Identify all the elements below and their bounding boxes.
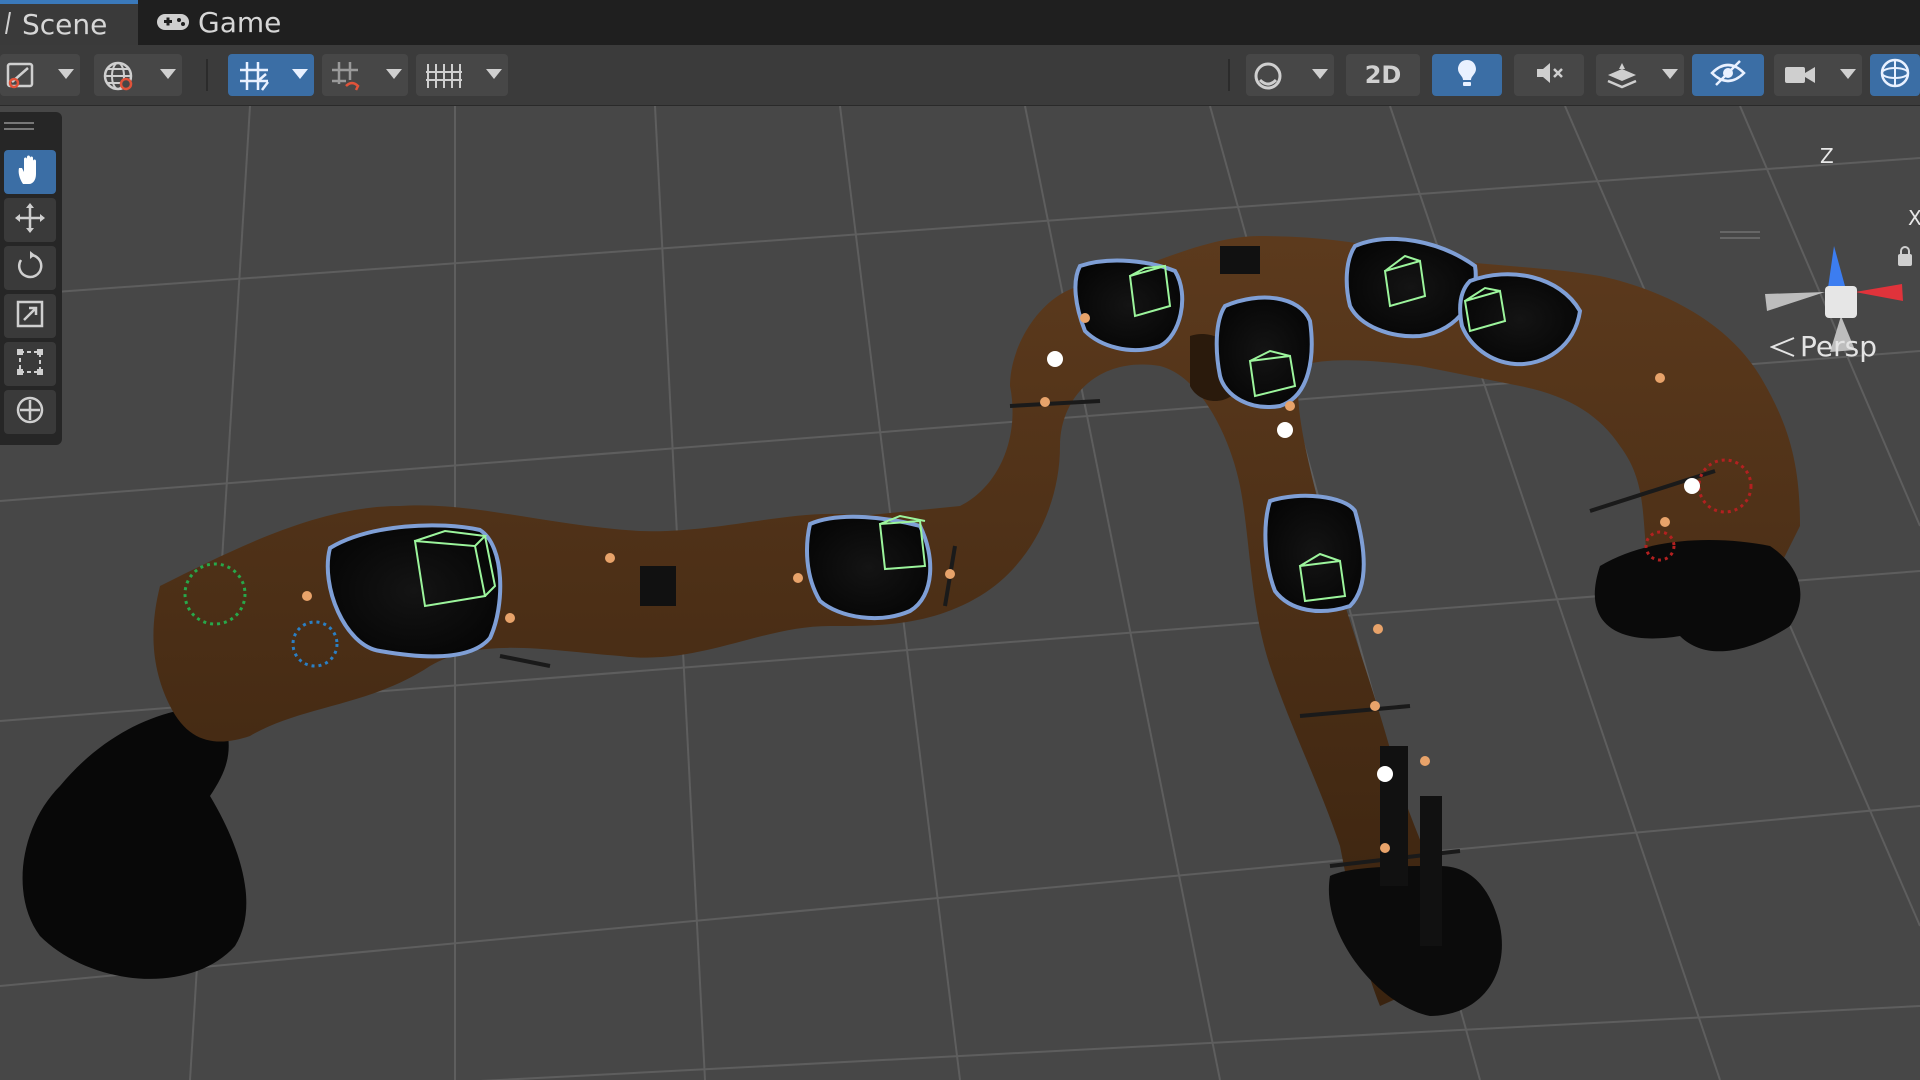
- z-axis-cone: [1828, 246, 1845, 288]
- x-axis-cone: [1855, 284, 1903, 301]
- increment-snap-icon: [330, 60, 364, 96]
- transform-tool-button[interactable]: [4, 390, 56, 434]
- gizmo-x-label: X: [1908, 206, 1920, 230]
- toolbar-separator: [206, 59, 208, 91]
- chevron-down-icon: [1312, 69, 1328, 79]
- hidden-objects-toggle[interactable]: [1692, 54, 1764, 96]
- audio-toggle[interactable]: [1514, 54, 1584, 96]
- scale-tool-button[interactable]: [4, 294, 56, 338]
- effects-dropdown[interactable]: [1596, 54, 1684, 96]
- tab-game[interactable]: Game: [140, 0, 300, 45]
- perspective-icon: [1770, 336, 1796, 358]
- 2d-toggle[interactable]: 2D: [1346, 54, 1420, 96]
- camera-icon: [1784, 64, 1816, 90]
- scale-icon: [14, 298, 46, 334]
- hand-icon: [15, 154, 45, 190]
- chevron-down-icon: [1840, 69, 1856, 79]
- projection-label: Persp: [1800, 330, 1877, 363]
- lighting-icon: [1455, 58, 1479, 92]
- rotate-tool-button[interactable]: [4, 246, 56, 290]
- rect-transform-icon: [14, 346, 46, 382]
- audio-icon: [1534, 59, 1564, 91]
- tab-strip: Scene Game: [0, 0, 1920, 45]
- scene-render: [0, 106, 1920, 1080]
- projection-toggle[interactable]: Persp: [1770, 330, 1877, 363]
- lighting-toggle[interactable]: [1432, 54, 1502, 96]
- effects-icon: [1606, 61, 1638, 95]
- chevron-down-icon: [292, 69, 308, 79]
- draw-mode-dropdown[interactable]: [0, 54, 80, 96]
- gizmos-icon: [1878, 56, 1912, 94]
- scene-viewport[interactable]: Z X Persp: [0, 106, 1920, 1080]
- global-icon: [102, 60, 136, 96]
- tools-overlay: [0, 112, 62, 445]
- tab-game-label: Game: [198, 6, 282, 39]
- hand-tool-button[interactable]: [4, 150, 56, 194]
- orientation-gizmo[interactable]: [1755, 246, 1920, 406]
- tab-scene[interactable]: Scene: [0, 0, 138, 45]
- grid-snap-icon: [238, 60, 272, 96]
- hash-icon: [4, 8, 14, 41]
- move-tool-button[interactable]: [4, 198, 56, 242]
- 2d-label: 2D: [1364, 61, 1402, 89]
- center-cube: [1825, 286, 1857, 318]
- overlay-grip[interactable]: [4, 122, 34, 124]
- grid-snap-toggle[interactable]: [228, 54, 314, 96]
- move-icon: [14, 202, 46, 238]
- rect-tool-button[interactable]: [4, 342, 56, 386]
- gamepad-icon: [156, 6, 190, 39]
- chevron-down-icon: [386, 69, 402, 79]
- chevron-down-icon: [58, 69, 74, 79]
- hidden-objects-icon: [1710, 59, 1746, 91]
- grid-ruler-dropdown[interactable]: [416, 54, 508, 96]
- shading-mode-icon: [1252, 60, 1286, 96]
- increment-snap-dropdown[interactable]: [322, 54, 408, 96]
- camera-dropdown[interactable]: [1774, 54, 1862, 96]
- tab-scene-label: Scene: [22, 8, 108, 41]
- toolbar-separator: [1228, 59, 1230, 91]
- shading-mode-dropdown[interactable]: [1246, 54, 1334, 96]
- draw-mode-icon: [6, 62, 36, 94]
- chevron-down-icon: [486, 69, 502, 79]
- gizmo-z-label: Z: [1820, 144, 1834, 168]
- chevron-down-icon: [1662, 69, 1678, 79]
- overlay-grip[interactable]: [1720, 231, 1760, 233]
- chevron-down-icon: [160, 69, 176, 79]
- rotate-icon: [14, 250, 46, 286]
- global-local-dropdown[interactable]: [94, 54, 182, 96]
- lock-icon[interactable]: [1898, 246, 1912, 266]
- ruler-grid-icon: [424, 60, 464, 96]
- neg-x-axis-cone: [1765, 292, 1825, 311]
- scene-toolbar: 2D: [0, 45, 1920, 106]
- transform-icon: [14, 394, 46, 430]
- gizmos-toggle[interactable]: [1870, 54, 1920, 96]
